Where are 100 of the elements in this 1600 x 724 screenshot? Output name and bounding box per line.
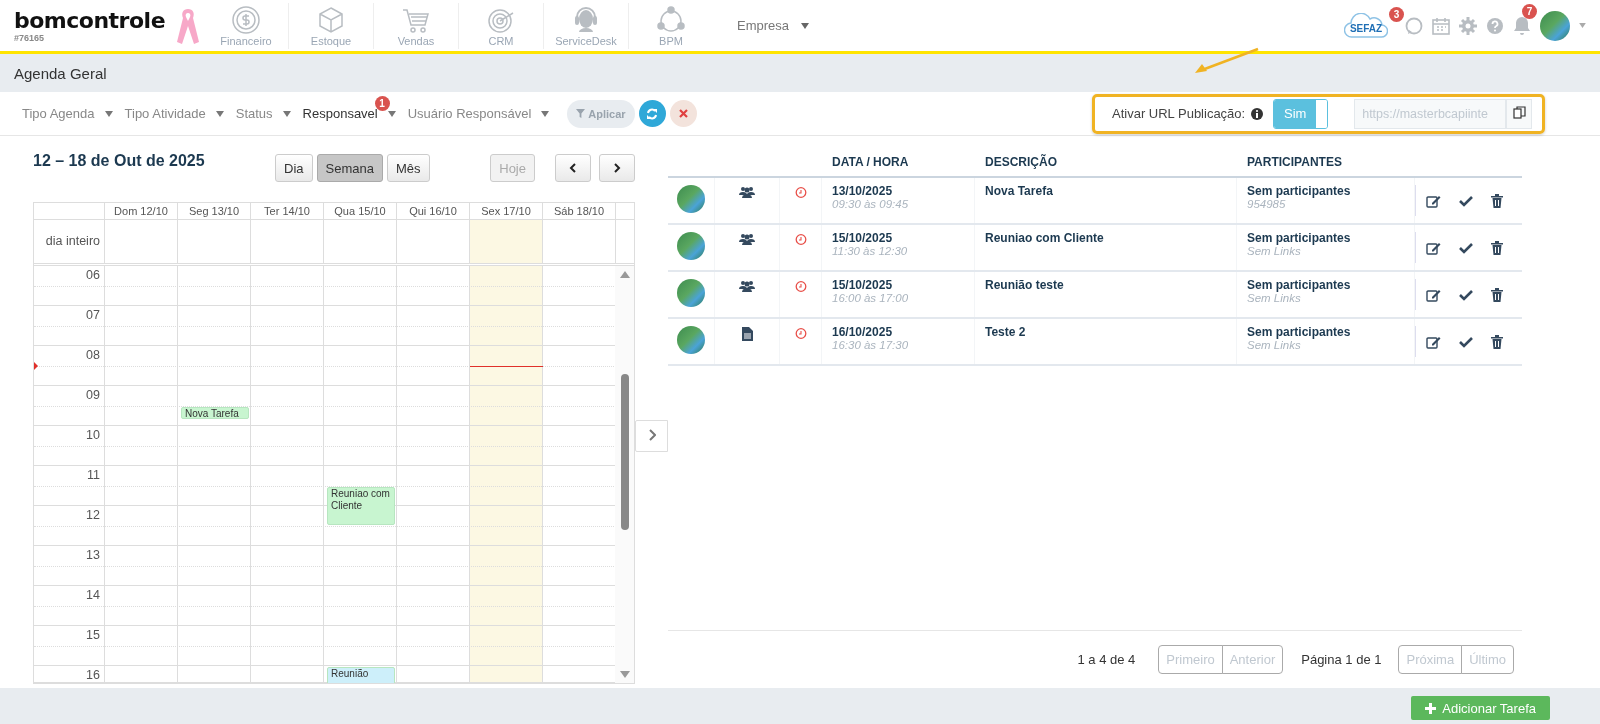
copy-icon [1512,105,1526,119]
calendar-event[interactable]: Nova Tarefa [181,407,249,419]
avatar[interactable] [1540,10,1570,41]
day-header: Qua 15/10 [324,203,397,219]
check-icon[interactable] [1459,194,1473,207]
check-icon[interactable] [1459,241,1473,254]
close-icon [678,109,688,118]
trash-icon[interactable] [1491,287,1503,302]
toggle-switch[interactable]: Sim [1273,98,1329,129]
caret-icon [1579,23,1586,28]
module-link[interactable]: Financeiro [204,2,289,49]
task-time: 16:30 às 17:30 [832,339,910,351]
scroll-up-icon[interactable] [619,271,630,278]
edit-icon[interactable] [1426,193,1441,208]
page-indicator: Página 1 de 1 [1301,652,1382,667]
sefaz-button[interactable]: SEFAZ [1344,12,1388,39]
trash-icon[interactable] [1491,240,1503,255]
calendar-title: 12 – 18 de Out de 2025 [33,152,206,170]
edit-icon[interactable] [1426,240,1441,255]
logo[interactable]: bomcontrole [14,8,176,33]
expand-button[interactable] [635,420,668,452]
next-button[interactable] [599,154,635,182]
participants: Sem participantes [1247,184,1352,198]
hour-label: 10 [86,428,100,442]
module-link[interactable]: Vendas [374,2,459,49]
notification-badge: 3 [1389,6,1404,22]
chevron-right-icon [647,428,656,441]
calendar-event[interactable]: Reunião [327,667,395,683]
hour-label: 14 [86,588,100,602]
column-header: PARTICIPANTES [1246,154,1343,171]
task-date: 15/10/2025 [832,231,894,245]
scrollbar[interactable] [615,266,634,683]
edit-icon[interactable] [1426,334,1441,349]
add-task-button[interactable]: Adicionar Tarefa [1411,696,1550,720]
plus-icon [1425,702,1437,714]
check-icon[interactable] [1459,288,1473,301]
task-description: Reuniao com Cliente [985,231,1105,245]
caret-icon [801,22,810,29]
avatar [677,232,705,260]
module-link[interactable]: Estoque [289,2,374,49]
task-time: 16:00 às 17:00 [832,292,910,304]
scroll-down-icon[interactable] [619,671,630,678]
alarm-icon [794,233,807,245]
caret-icon [104,110,113,117]
avatar [677,185,705,213]
calendar-event[interactable]: Reuniao com Cliente [327,487,395,525]
day-header: Ter 14/10 [251,203,324,219]
company-menu[interactable]: Empresa [737,18,790,33]
view-button[interactable]: Semana [316,154,383,182]
hour-label: 11 [87,468,100,482]
hour-label: 08 [86,348,100,362]
filter-dropdown[interactable]: Usuário Responsável [407,106,550,121]
module-icon [656,4,686,35]
account-number: #76165 [14,32,46,43]
clear-button[interactable] [669,100,697,127]
info-icon [1251,107,1264,120]
task-date: 15/10/2025 [832,278,894,292]
hour-label: 09 [86,388,100,402]
filter-dropdown[interactable]: Tipo Atividade [124,106,224,121]
chevron-left-icon [569,162,577,173]
alarm-icon [794,280,807,292]
task-description: Reunião teste [985,278,1065,292]
task-links: Sem Links [1247,245,1302,257]
participants: Sem participantes [1247,231,1352,245]
day-header: Sáb 18/10 [543,203,616,219]
refresh-button[interactable] [638,100,666,127]
trash-icon[interactable] [1491,334,1503,349]
previous-button[interactable] [555,154,591,182]
refresh-icon [646,107,659,120]
current-time-marker [34,361,38,371]
edit-icon[interactable] [1426,287,1441,302]
participants: Sem participantes [1247,325,1352,339]
copy-button[interactable] [1506,98,1533,129]
chevron-right-icon [613,162,621,173]
module-link[interactable]: ServiceDesk [544,2,629,49]
column-header: DATA / HORA [831,154,910,171]
hour-label: 15 [86,628,100,642]
day-header: Qui 16/10 [397,203,470,219]
check-icon[interactable] [1459,335,1473,348]
module-link[interactable]: BPM [629,2,713,49]
hour-label: 13 [86,548,100,562]
module-link[interactable]: CRM [459,2,544,49]
filter-dropdown[interactable]: Status [235,106,291,121]
view-button[interactable]: Dia [275,154,313,182]
scroll-thumb[interactable] [620,374,629,530]
filter-dropdown[interactable]: Tipo Agenda [22,106,113,121]
participants: Sem participantes [1247,278,1352,292]
day-header: Dom 12/10 [105,203,178,219]
task-time: 11:30 às 12:30 [832,245,909,257]
task-links: Sem Links [1247,292,1302,304]
view-button[interactable]: Mês [386,154,430,182]
caret-icon [387,110,396,117]
page-title: Agenda Geral [14,64,107,82]
bell-icon[interactable] [1513,15,1531,36]
task-description: Nova Tarefa [985,184,1054,198]
cloud-icon [1344,12,1388,39]
task-date: 13/10/2025 [832,184,894,198]
caret-icon [215,110,224,117]
apply-button[interactable]: Aplicar [567,99,635,128]
trash-icon[interactable] [1491,193,1503,208]
